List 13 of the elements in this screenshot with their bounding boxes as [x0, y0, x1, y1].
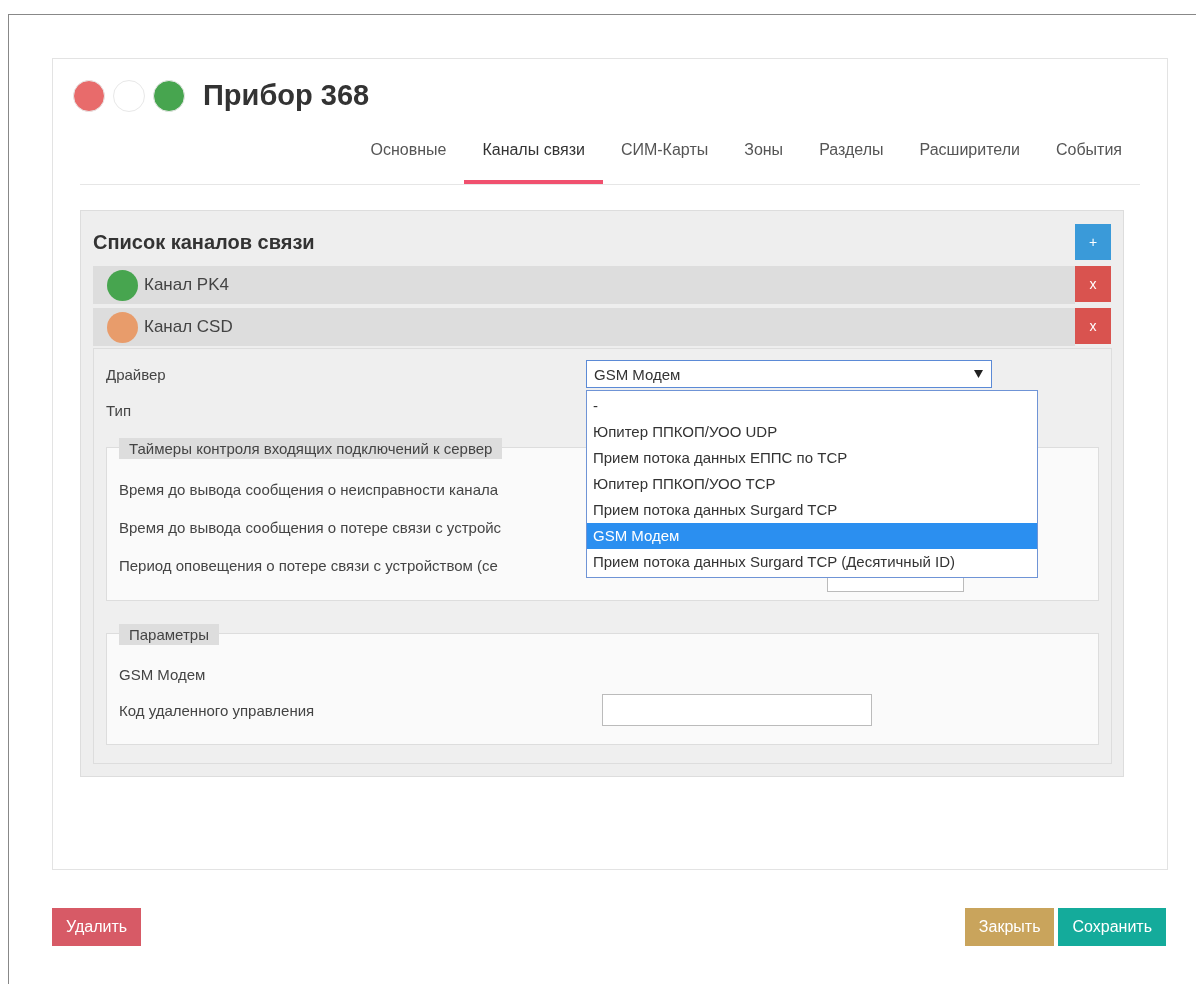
device-title: Прибор 368	[203, 79, 370, 112]
field-label: Период оповещения о потере связи с устройством (се	[119, 556, 498, 574]
panel-title: Список каналов связи	[93, 230, 315, 254]
driver-name: GSM Модем	[119, 665, 206, 683]
channel-name: Канал PK4	[144, 275, 229, 295]
fieldset-legend: Таймеры контроля входящих подключений к сервер	[119, 438, 503, 459]
channel-name: Канал CSD	[144, 317, 233, 337]
field-label: Код удаленного управления	[119, 701, 316, 719]
field-label: Время до вывода сообщения о неисправности канала	[119, 480, 499, 498]
field-label: Время до вывода сообщения о потере связи с устройс	[119, 518, 502, 536]
field-label: Тип	[106, 401, 132, 419]
fieldset-legend: Параметры	[119, 624, 219, 645]
field-label: Драйвер	[106, 365, 167, 383]
